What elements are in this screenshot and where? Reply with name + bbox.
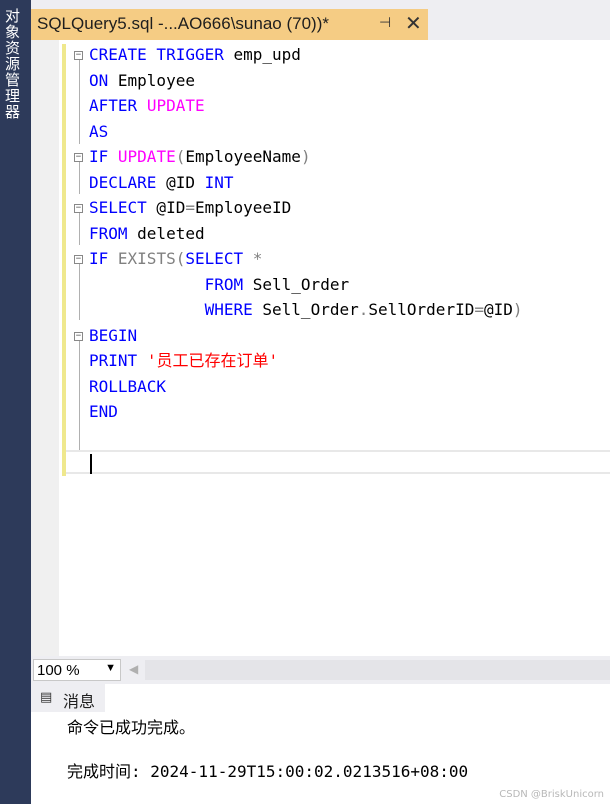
outline-guide [79, 264, 80, 320]
current-line-highlight [66, 450, 610, 474]
code-line[interactable]: IF UPDATE(EmployeeName) [89, 145, 311, 169]
collapse-icon[interactable]: − [74, 51, 83, 60]
code-line[interactable]: WHERE Sell_Order.SellOrderID=@ID) [89, 298, 523, 322]
results-pane: ▤ 消息 命令已成功完成。 完成时间: 2024-11-29T15:00:02.… [31, 684, 610, 804]
collapse-icon[interactable]: − [74, 255, 83, 264]
dropdown-arrow-icon[interactable]: ▼ [105, 662, 116, 674]
code-line[interactable]: PRINT '员工已存在订单' [89, 349, 278, 373]
zoom-dropdown[interactable]: 100 % ▼ [33, 659, 121, 681]
horizontal-scrollbar[interactable] [145, 660, 610, 680]
code-line[interactable]: AS [89, 120, 108, 144]
code-line[interactable]: FROM deleted [89, 222, 205, 246]
completion-time: 完成时间: 2024-11-29T15:00:02.0213516+08:00 [67, 762, 469, 781]
code-line[interactable]: AFTER UPDATE [89, 94, 205, 118]
editor-margin [31, 40, 59, 656]
pin-icon[interactable]: ⊣ [379, 15, 391, 31]
scroll-left-icon[interactable]: ◀ [129, 662, 138, 676]
code-line[interactable]: CREATE TRIGGER emp_upd [89, 43, 301, 67]
object-explorer-label[interactable]: 对象资源管理器 [2, 8, 23, 120]
code-line[interactable]: ROLLBACK [89, 375, 166, 399]
query-editor[interactable]: − − − − − CREATE TRIGGER emp_upd ON Empl… [31, 40, 610, 656]
query-tab[interactable]: SQLQuery5.sql -...AO666\sunao (70))* ⊣ ✕ [31, 9, 428, 40]
code-line[interactable]: FROM Sell_Order [89, 273, 350, 297]
outline-guide [79, 213, 80, 245]
code-line[interactable]: BEGIN [89, 324, 137, 348]
code-line[interactable]: SELECT @ID=EmployeeID [89, 196, 291, 220]
code-line[interactable]: ON Employee [89, 69, 195, 93]
outline-guide [79, 341, 80, 451]
result-message: 命令已成功完成。 [67, 718, 196, 737]
watermark: CSDN @BriskUnicorn [499, 789, 604, 800]
document-tab-bar: SQLQuery5.sql -...AO666\sunao (70))* ⊣ ✕ [31, 0, 610, 40]
code-line[interactable]: IF EXISTS(SELECT * [89, 247, 262, 271]
messages-tab[interactable]: ▤ 消息 [31, 684, 105, 712]
close-icon[interactable]: ✕ [405, 11, 422, 35]
code-line[interactable]: DECLARE @ID INT [89, 171, 234, 195]
zoom-value: 100 % [37, 662, 80, 679]
editor-statusbar: 100 % ▼ ◀ [31, 656, 610, 684]
outline-guide [79, 60, 80, 144]
query-tab-title[interactable]: SQLQuery5.sql -...AO666\sunao (70))* [37, 14, 329, 34]
change-indicator [62, 44, 66, 476]
code-line[interactable]: END [89, 400, 118, 424]
collapse-icon[interactable]: − [74, 332, 83, 341]
messages-tab-label: 消息 [63, 692, 96, 711]
text-caret [90, 454, 92, 474]
messages-icon: ▤ [40, 690, 53, 705]
outline-guide [79, 162, 80, 194]
object-explorer-sidebar[interactable]: 对象资源管理器 [0, 0, 31, 804]
collapse-icon[interactable]: − [74, 204, 83, 213]
collapse-icon[interactable]: − [74, 153, 83, 162]
